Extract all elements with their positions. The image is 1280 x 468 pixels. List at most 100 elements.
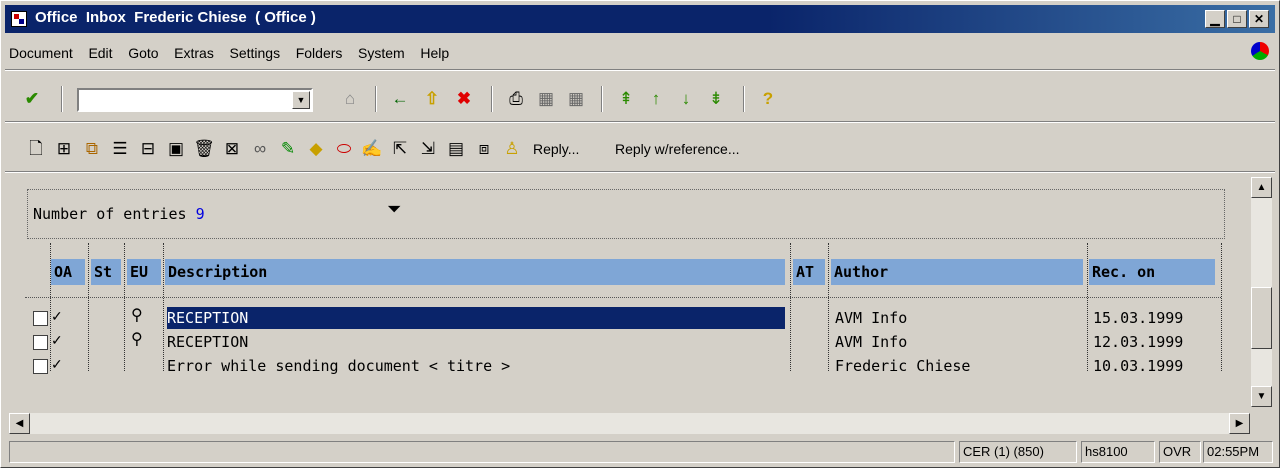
row-3-oa: ✓: [51, 356, 63, 372]
col-at[interactable]: AT: [793, 259, 825, 285]
find-next-icon[interactable]: ▦: [565, 88, 587, 110]
row-3-checkbox[interactable]: [33, 359, 48, 374]
minimize-button[interactable]: ▁: [1205, 10, 1225, 28]
copy-icon[interactable]: ⧉: [81, 138, 103, 160]
reply-with-reference-button[interactable]: Reply w/reference...: [615, 139, 740, 159]
mark-icon[interactable]: ✎: [277, 138, 299, 160]
create-document-icon[interactable]: 🗋: [25, 138, 47, 160]
toolbar-separator: [743, 86, 745, 112]
import-icon[interactable]: ⇲: [417, 138, 439, 160]
col-separator: [88, 243, 89, 371]
row-2-oa: ✓: [51, 332, 63, 348]
reply-button[interactable]: Reply...: [533, 139, 579, 159]
status-time: 02:55PM: [1203, 441, 1273, 463]
row-2-checkbox[interactable]: [33, 335, 48, 350]
col-eu[interactable]: EU: [127, 259, 161, 285]
col-separator: [1087, 243, 1088, 371]
hierarchy-icon[interactable]: ⊟: [137, 138, 159, 160]
annotate-icon[interactable]: ◆: [305, 138, 327, 160]
filter-icon[interactable]: ⏷: [387, 199, 401, 220]
col-author[interactable]: Author: [831, 259, 1083, 285]
number-of-entries: Number of entries 9: [33, 205, 205, 223]
scroll-left-icon[interactable]: ◀: [9, 413, 30, 434]
col-separator: [1221, 243, 1222, 371]
structure-icon[interactable]: ⊞: [53, 138, 75, 160]
forward-icon[interactable]: ⧈: [473, 138, 495, 160]
application-toolbar: 🗋 ⊞ ⧉ ☰ ⊟ ▣ 🗑 ⊠ ∞ ✎ ◆ ⬭ ✍ ⇱ ⇲ ▤ ⧈ ♙ Repl…: [5, 131, 1275, 167]
menu-separator: [5, 69, 1275, 71]
glasses-view-icon[interactable]: ∞: [249, 138, 271, 160]
col-oa[interactable]: OA: [51, 259, 85, 285]
vertical-scroll-thumb[interactable]: [1251, 287, 1272, 349]
header-row-divider: [25, 297, 1221, 298]
documents-icon[interactable]: ▣: [165, 138, 187, 160]
col-separator: [828, 243, 829, 371]
row-2-rec-on: 12.03.1999: [1093, 333, 1184, 351]
table-view-icon[interactable]: ▤: [445, 138, 467, 160]
menu-extras[interactable]: Extras: [174, 41, 214, 65]
horizontal-scrollbar[interactable]: ◀ ▶: [9, 413, 1250, 434]
window-title: Office Inbox Frederic Chiese ( Office ): [35, 9, 316, 26]
back-icon[interactable]: ←: [389, 88, 411, 110]
col-st[interactable]: St: [91, 259, 121, 285]
status-server: hs8100: [1081, 441, 1155, 463]
standard-toolbar: ✔ ▼ ⌂ ← ⇧ ✖ ⎙ ▦ ▦ ⇞ ↑ ↓ ⇟ ?: [5, 81, 1275, 117]
row-1-oa: ✓: [51, 308, 63, 324]
exit-icon[interactable]: ⇧: [421, 88, 443, 110]
col-separator: [163, 243, 164, 371]
print-document-icon[interactable]: ⬭: [333, 138, 355, 160]
col-rec-on[interactable]: Rec. on: [1089, 259, 1215, 285]
archive-icon[interactable]: ⊠: [221, 138, 243, 160]
edit-note-icon[interactable]: ✍: [361, 138, 383, 160]
menu-settings[interactable]: Settings: [229, 41, 280, 65]
row-1-rec-on: 15.03.1999: [1093, 309, 1184, 327]
command-field[interactable]: ▼: [77, 88, 313, 112]
menu-system[interactable]: System: [358, 41, 405, 65]
status-mode: OVR: [1159, 441, 1201, 463]
row-1-description[interactable]: RECEPTION: [167, 307, 785, 329]
app-icon[interactable]: [11, 11, 27, 27]
entries-count: 9: [195, 205, 205, 223]
enter-check-icon[interactable]: ✔: [21, 88, 43, 110]
last-page-icon[interactable]: ⇟: [705, 88, 727, 110]
delete-trash-icon[interactable]: 🗑: [193, 138, 215, 160]
chevron-down-icon[interactable]: ▼: [292, 91, 310, 109]
stack-icon[interactable]: ☰: [109, 138, 131, 160]
col-description[interactable]: Description: [165, 259, 785, 285]
scroll-down-icon[interactable]: ▼: [1251, 386, 1272, 407]
col-separator: [790, 243, 791, 371]
entries-label: Number of entries: [33, 205, 187, 223]
status-message: [9, 441, 955, 463]
close-button[interactable]: ✕: [1249, 10, 1269, 28]
menu-edit[interactable]: Edit: [88, 41, 112, 65]
status-system: CER (1) (850): [959, 441, 1077, 463]
row-2-description[interactable]: RECEPTION: [167, 331, 248, 353]
status-bar: CER (1) (850) hs8100 OVR 02:55PM: [5, 439, 1275, 465]
cancel-icon[interactable]: ✖: [453, 88, 475, 110]
print-icon[interactable]: ⎙: [505, 88, 527, 110]
help-icon[interactable]: ?: [757, 88, 779, 110]
export-icon[interactable]: ⇱: [389, 138, 411, 160]
scroll-up-icon[interactable]: ▲: [1251, 177, 1272, 198]
user-icon[interactable]: ♙: [501, 138, 523, 160]
menu-goto[interactable]: Goto: [128, 41, 158, 65]
row-3-description[interactable]: Error while sending document < titre >: [167, 355, 510, 377]
previous-page-icon[interactable]: ↑: [645, 88, 667, 110]
first-page-icon[interactable]: ⇞: [615, 88, 637, 110]
find-icon[interactable]: ▦: [535, 88, 557, 110]
row-1-checkbox[interactable]: [33, 311, 48, 326]
scroll-right-icon[interactable]: ▶: [1229, 413, 1250, 434]
menu-help[interactable]: Help: [420, 41, 449, 65]
row-1-author: AVM Info: [835, 309, 908, 327]
toolbar-separator: [61, 86, 63, 112]
col-separator: [50, 243, 51, 371]
attachment-key-icon: ⚲: [131, 331, 143, 348]
save-icon[interactable]: ⌂: [339, 88, 361, 110]
maximize-button[interactable]: □: [1227, 10, 1247, 28]
menu-document[interactable]: Document: [9, 41, 73, 65]
menu-folders[interactable]: Folders: [296, 41, 343, 65]
sap-logo-icon: [1251, 42, 1269, 60]
next-page-icon[interactable]: ↓: [675, 88, 697, 110]
vertical-scrollbar[interactable]: ▲ ▼: [1251, 177, 1272, 407]
toolbar-separator: [375, 86, 377, 112]
